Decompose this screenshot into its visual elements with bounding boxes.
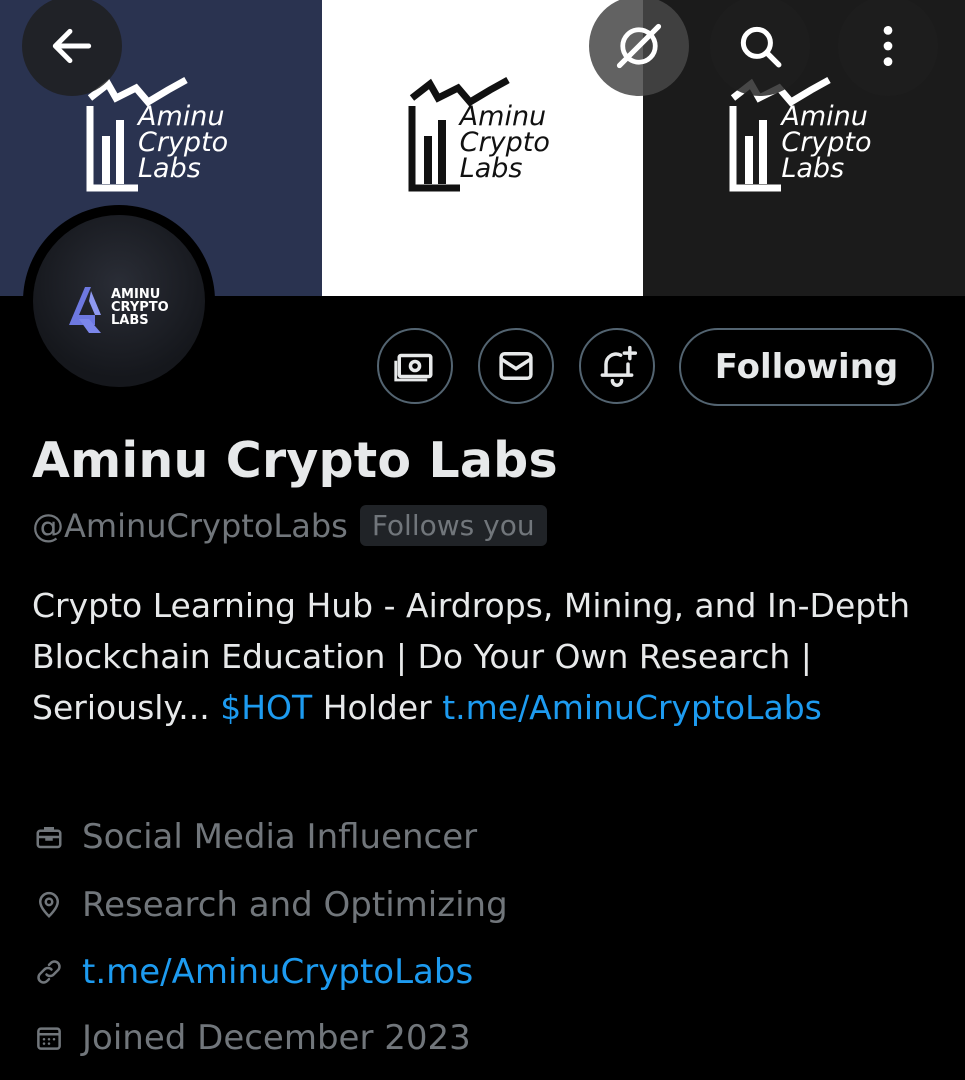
search-button[interactable]: [710, 0, 810, 96]
website-link[interactable]: t.me/AminuCryptoLabs: [82, 952, 473, 992]
profile-avatar[interactable]: AMINU CRYPTO LABS: [23, 205, 215, 397]
envelope-icon: [499, 352, 533, 380]
profile-location: Research and Optimizing: [32, 885, 508, 925]
profile-bio: Crypto Learning Hub - Airdrops, Mining, …: [32, 580, 932, 733]
briefcase-icon: [32, 820, 66, 854]
joined-text: Joined December 2023: [82, 1018, 471, 1058]
logo-word-3: Labs: [781, 153, 845, 184]
logo-word-3: Labs: [459, 153, 523, 184]
avatar-image: AMINU CRYPTO LABS: [33, 215, 205, 387]
avatar-text: AMINU CRYPTO LABS: [111, 288, 169, 327]
profile-handle: @AminuCryptoLabs: [32, 506, 348, 545]
search-icon: [740, 26, 782, 68]
tip-button[interactable]: [377, 328, 453, 404]
profile-category: Social Media Influencer: [32, 817, 477, 857]
bio-text-2: Holder: [312, 688, 443, 727]
category-text: Social Media Influencer: [82, 817, 478, 857]
calendar-icon: [32, 1021, 66, 1055]
more-vertical-icon: [883, 26, 893, 66]
money-icon: [394, 353, 433, 382]
profile-joined: Joined December 2023: [32, 1018, 471, 1058]
link-icon: [32, 955, 66, 989]
avatar-line-3: LABS: [111, 313, 149, 328]
notifications-button[interactable]: [579, 328, 655, 404]
more-options-button[interactable]: [838, 0, 938, 96]
bio-cashtag-link[interactable]: $HOT: [220, 688, 312, 727]
location-pin-icon: [32, 888, 66, 922]
follows-you-badge: Follows you: [359, 505, 547, 546]
arrow-left-icon: [52, 28, 92, 64]
banner-logo: Aminu Crypto Labs: [86, 76, 256, 196]
message-button[interactable]: [478, 328, 554, 404]
grok-button[interactable]: [589, 0, 689, 96]
logo-word-3: Labs: [138, 153, 201, 184]
handle-row: @AminuCryptoLabs Follows you: [32, 505, 547, 546]
following-button[interactable]: Following: [679, 328, 934, 406]
profile-name: Aminu Crypto Labs: [32, 432, 558, 489]
profile-website: t.me/AminuCryptoLabs: [32, 952, 473, 992]
bio-telegram-link[interactable]: t.me/AminuCryptoLabs: [442, 688, 822, 727]
grok-icon: [616, 23, 662, 69]
bell-plus-icon: [600, 345, 638, 387]
banner-logo: Aminu Crypto Labs: [408, 76, 578, 196]
back-button[interactable]: [22, 0, 122, 96]
location-text: Research and Optimizing: [82, 885, 508, 925]
